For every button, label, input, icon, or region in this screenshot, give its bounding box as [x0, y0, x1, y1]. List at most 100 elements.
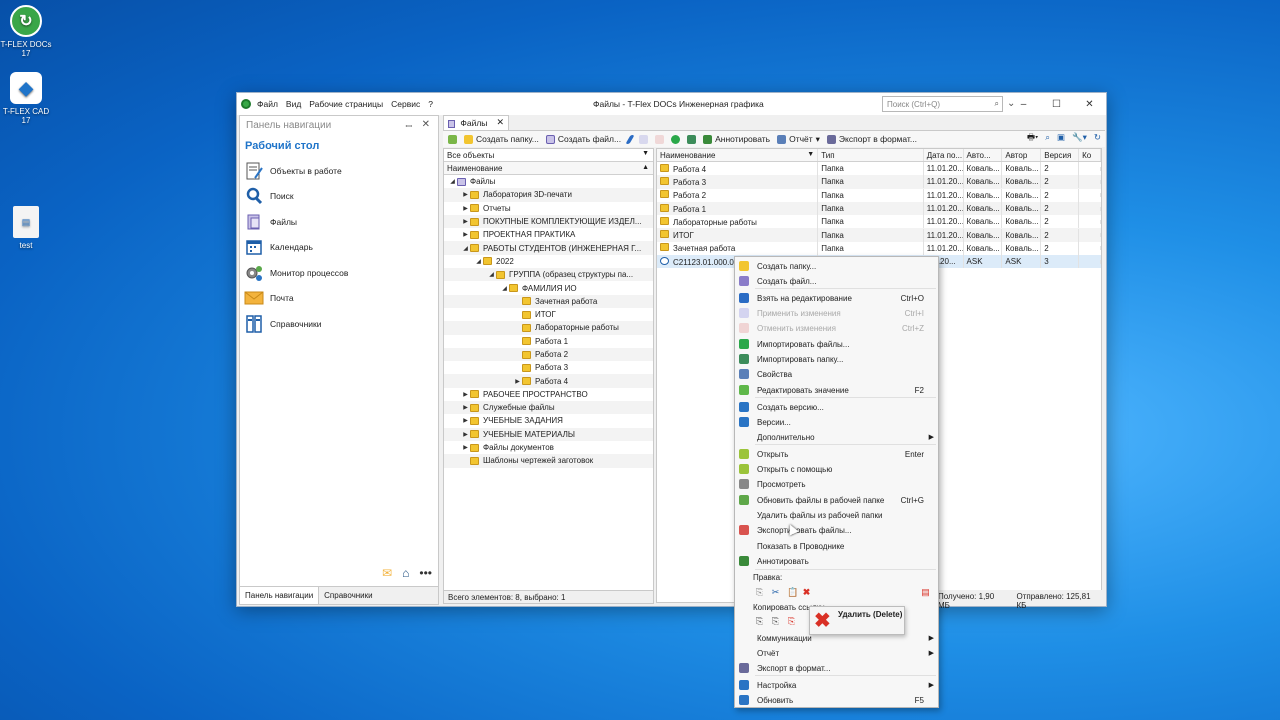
column-header-version[interactable]: Версия — [1041, 149, 1080, 161]
context-menu-item[interactable]: Применить изменения Ctrl+I — [735, 306, 938, 320]
nav-item-references[interactable]: Справочники — [240, 311, 438, 337]
context-menu-item[interactable]: Импортировать папку... — [735, 352, 938, 366]
tab-navigation-panel[interactable]: Панель навигации — [240, 587, 320, 604]
annotate-button[interactable]: Аннотировать — [701, 134, 772, 144]
context-menu-item[interactable]: Просмотреть — [735, 477, 938, 491]
refresh-tree-icon[interactable] — [446, 134, 459, 144]
tree-node[interactable]: ◢ ГРУППА (образец структуры па... — [444, 268, 653, 282]
context-menu-item[interactable]: Дополнительно ▶ — [735, 430, 938, 444]
expand-icon[interactable]: ▶ — [461, 404, 470, 411]
context-menu-item[interactable]: Отчёт ▶ — [735, 646, 938, 660]
tree-node[interactable]: Зачетная работа — [444, 294, 653, 308]
context-menu-item[interactable]: Обновить файлы в рабочей папке Ctrl+G — [735, 493, 938, 507]
tree-node[interactable]: ▶ ПРОЕКТНАЯ ПРАКТИКА — [444, 228, 653, 241]
save-button[interactable] — [637, 134, 650, 144]
import-files-button[interactable] — [669, 134, 682, 144]
panel-toggle-icon[interactable]: ▣ — [1057, 132, 1065, 146]
delete-icon[interactable]: ✖ — [802, 588, 811, 597]
context-menu-item[interactable]: Открыть Enter — [735, 447, 938, 461]
expand-icon[interactable]: ▶ — [461, 205, 470, 212]
tree-node[interactable]: ▶ Файлы документов — [444, 441, 653, 454]
edit-button[interactable] — [625, 134, 635, 144]
export-format-button[interactable]: Экспорт в формат... — [825, 134, 919, 144]
collapse-icon[interactable]: ◢ — [500, 285, 509, 292]
tab-files[interactable]: Файлы ✕ — [443, 115, 509, 130]
minimize-button[interactable]: – — [1007, 93, 1040, 115]
desktop-icon-test[interactable]: ▤ test — [0, 206, 52, 250]
copy-icon[interactable]: ⎘ — [755, 588, 764, 597]
context-menu-item[interactable]: Показать в Проводнике — [735, 539, 938, 553]
context-menu-item[interactable]: Обновить F5 — [735, 693, 938, 707]
menu-workpages[interactable]: Рабочие страницы — [309, 99, 383, 109]
close-icon[interactable]: ✕ — [422, 119, 430, 130]
tree-node[interactable]: ▶ ПОКУПНЫЕ КОМПЛЕКТУЮЩИЕ ИЗДЕЛ... — [444, 214, 653, 229]
context-menu-item[interactable]: Аннотировать — [735, 554, 938, 568]
settings-wrench-icon[interactable]: 🔧▾ — [1072, 132, 1087, 146]
copy-link-icon[interactable]: ⎘ — [755, 617, 764, 626]
menu-help[interactable]: ? — [428, 99, 433, 109]
pdf-icon[interactable]: ▤ — [921, 588, 930, 597]
tree-node[interactable]: Работа 3 — [444, 361, 653, 374]
tree-node[interactable]: ◢ ФАМИЛИЯ ИО — [444, 281, 653, 294]
collapse-icon[interactable]: ◢ — [448, 178, 457, 185]
expand-icon[interactable]: ▶ — [461, 391, 470, 398]
nav-item-mail[interactable]: Почта — [240, 286, 438, 312]
close-button[interactable]: ✕ — [1073, 93, 1106, 115]
desktop-icon-tflex-cad[interactable]: ◆ T-FLEX CAD 17 — [0, 72, 52, 125]
tree-node[interactable]: ◢ РАБОТЫ СТУДЕНТОВ (ИНЖЕНЕРНАЯ Г... — [444, 241, 653, 255]
copy-link-icon[interactable]: ⎘ — [771, 617, 780, 626]
tree-node[interactable]: ▶ УЧЕБНЫЕ ЗАДАНИЯ — [444, 414, 653, 427]
tree-node[interactable]: Шаблоны чертежей заготовок — [444, 454, 653, 468]
tree-column-header[interactable]: Наименование ▲ — [444, 162, 653, 175]
collapse-icon[interactable]: ◢ — [487, 271, 496, 278]
column-header-date[interactable]: Дата по... — [924, 149, 964, 161]
cut-icon[interactable]: ✂ — [771, 588, 780, 597]
context-menu-item[interactable]: Взять на редактирование Ctrl+O — [735, 291, 938, 305]
maximize-button[interactable]: ☐ — [1040, 93, 1073, 115]
expand-icon[interactable]: ▶ — [461, 417, 470, 424]
desktop-icon-tflex-docs[interactable]: ↻ T-FLEX DOCs 17 — [0, 5, 52, 58]
column-header-name[interactable]: Наименование ▼ — [657, 149, 819, 161]
more-icon[interactable]: ••• — [419, 566, 432, 580]
expand-icon[interactable]: ▶ — [461, 191, 470, 198]
search-input[interactable]: Поиск (Ctrl+Q) ⌕ — [882, 96, 1003, 112]
import-folder-button[interactable] — [685, 134, 698, 144]
column-header-more[interactable]: Ко — [1079, 149, 1101, 161]
report-button[interactable]: Отчёт ▾ — [775, 134, 822, 145]
tree-node[interactable]: Работа 2 — [444, 347, 653, 362]
tree-node[interactable]: ▶ Работа 4 — [444, 374, 653, 388]
table-row[interactable]: Лабораторные работы Папка 11.01.20... Ковал… — [657, 214, 1101, 229]
context-menu-item[interactable]: Создать версию... — [735, 400, 938, 414]
close-tab-icon[interactable]: ✕ — [496, 117, 504, 128]
context-menu-item[interactable]: Свойства — [735, 367, 938, 381]
context-menu-item[interactable]: Создать файл... — [735, 274, 938, 288]
tree-node[interactable]: ▶ Служебные файлы — [444, 401, 653, 415]
context-menu-item[interactable]: Удалить файлы из рабочей папки — [735, 508, 938, 522]
table-row[interactable]: Работа 4 Папка 11.01.20... Коваль... Коваль.… — [657, 161, 1101, 176]
tree-node[interactable]: ИТОГ — [444, 308, 653, 321]
object-filter-dropdown[interactable]: Все объекты ▼ — [444, 149, 653, 162]
expand-icon[interactable]: ▶ — [513, 378, 522, 385]
nav-item-process-monitor[interactable]: Монитор процессов — [240, 260, 438, 286]
create-file-button[interactable]: Создать файл... — [544, 134, 623, 144]
context-menu-item[interactable]: Создать папку... — [735, 259, 938, 273]
tree-node[interactable]: ◢ 2022 — [444, 255, 653, 268]
print-icon[interactable]: 🖶▾ — [1027, 132, 1038, 146]
table-row[interactable]: ИТОГ Папка 11.01.20... Коваль... Коваль... 2 — [657, 228, 1101, 243]
create-folder-button[interactable]: Создать папку... — [462, 134, 541, 144]
context-menu-item[interactable]: Импортировать файлы... — [735, 337, 938, 351]
table-row[interactable]: Работа 2 Папка 11.01.20... Коваль... Коваль.… — [657, 188, 1101, 203]
copy-link-pdf-icon[interactable]: ⎘ — [787, 617, 796, 626]
tree-node[interactable]: ▶ Отчеты — [444, 202, 653, 215]
paste-icon[interactable]: 📋 — [787, 588, 798, 597]
expand-icon[interactable]: ▶ — [461, 231, 470, 238]
nav-item-search[interactable]: Поиск — [240, 184, 438, 210]
context-menu-item[interactable]: Отменить изменения Ctrl+Z — [735, 321, 938, 335]
tree-node[interactable]: ▶ УЧЕБНЫЕ МАТЕРИАЛЫ — [444, 427, 653, 441]
context-menu-item[interactable]: Открыть с помощью — [735, 462, 938, 476]
context-menu-item[interactable]: Редактировать значение F2 — [735, 383, 938, 397]
menu-file[interactable]: Файл — [257, 99, 278, 109]
expand-icon[interactable]: ▶ — [461, 431, 470, 438]
column-header-creator[interactable]: Авто... — [964, 149, 1003, 161]
context-menu-item[interactable]: Настройка ▶ — [735, 678, 938, 692]
